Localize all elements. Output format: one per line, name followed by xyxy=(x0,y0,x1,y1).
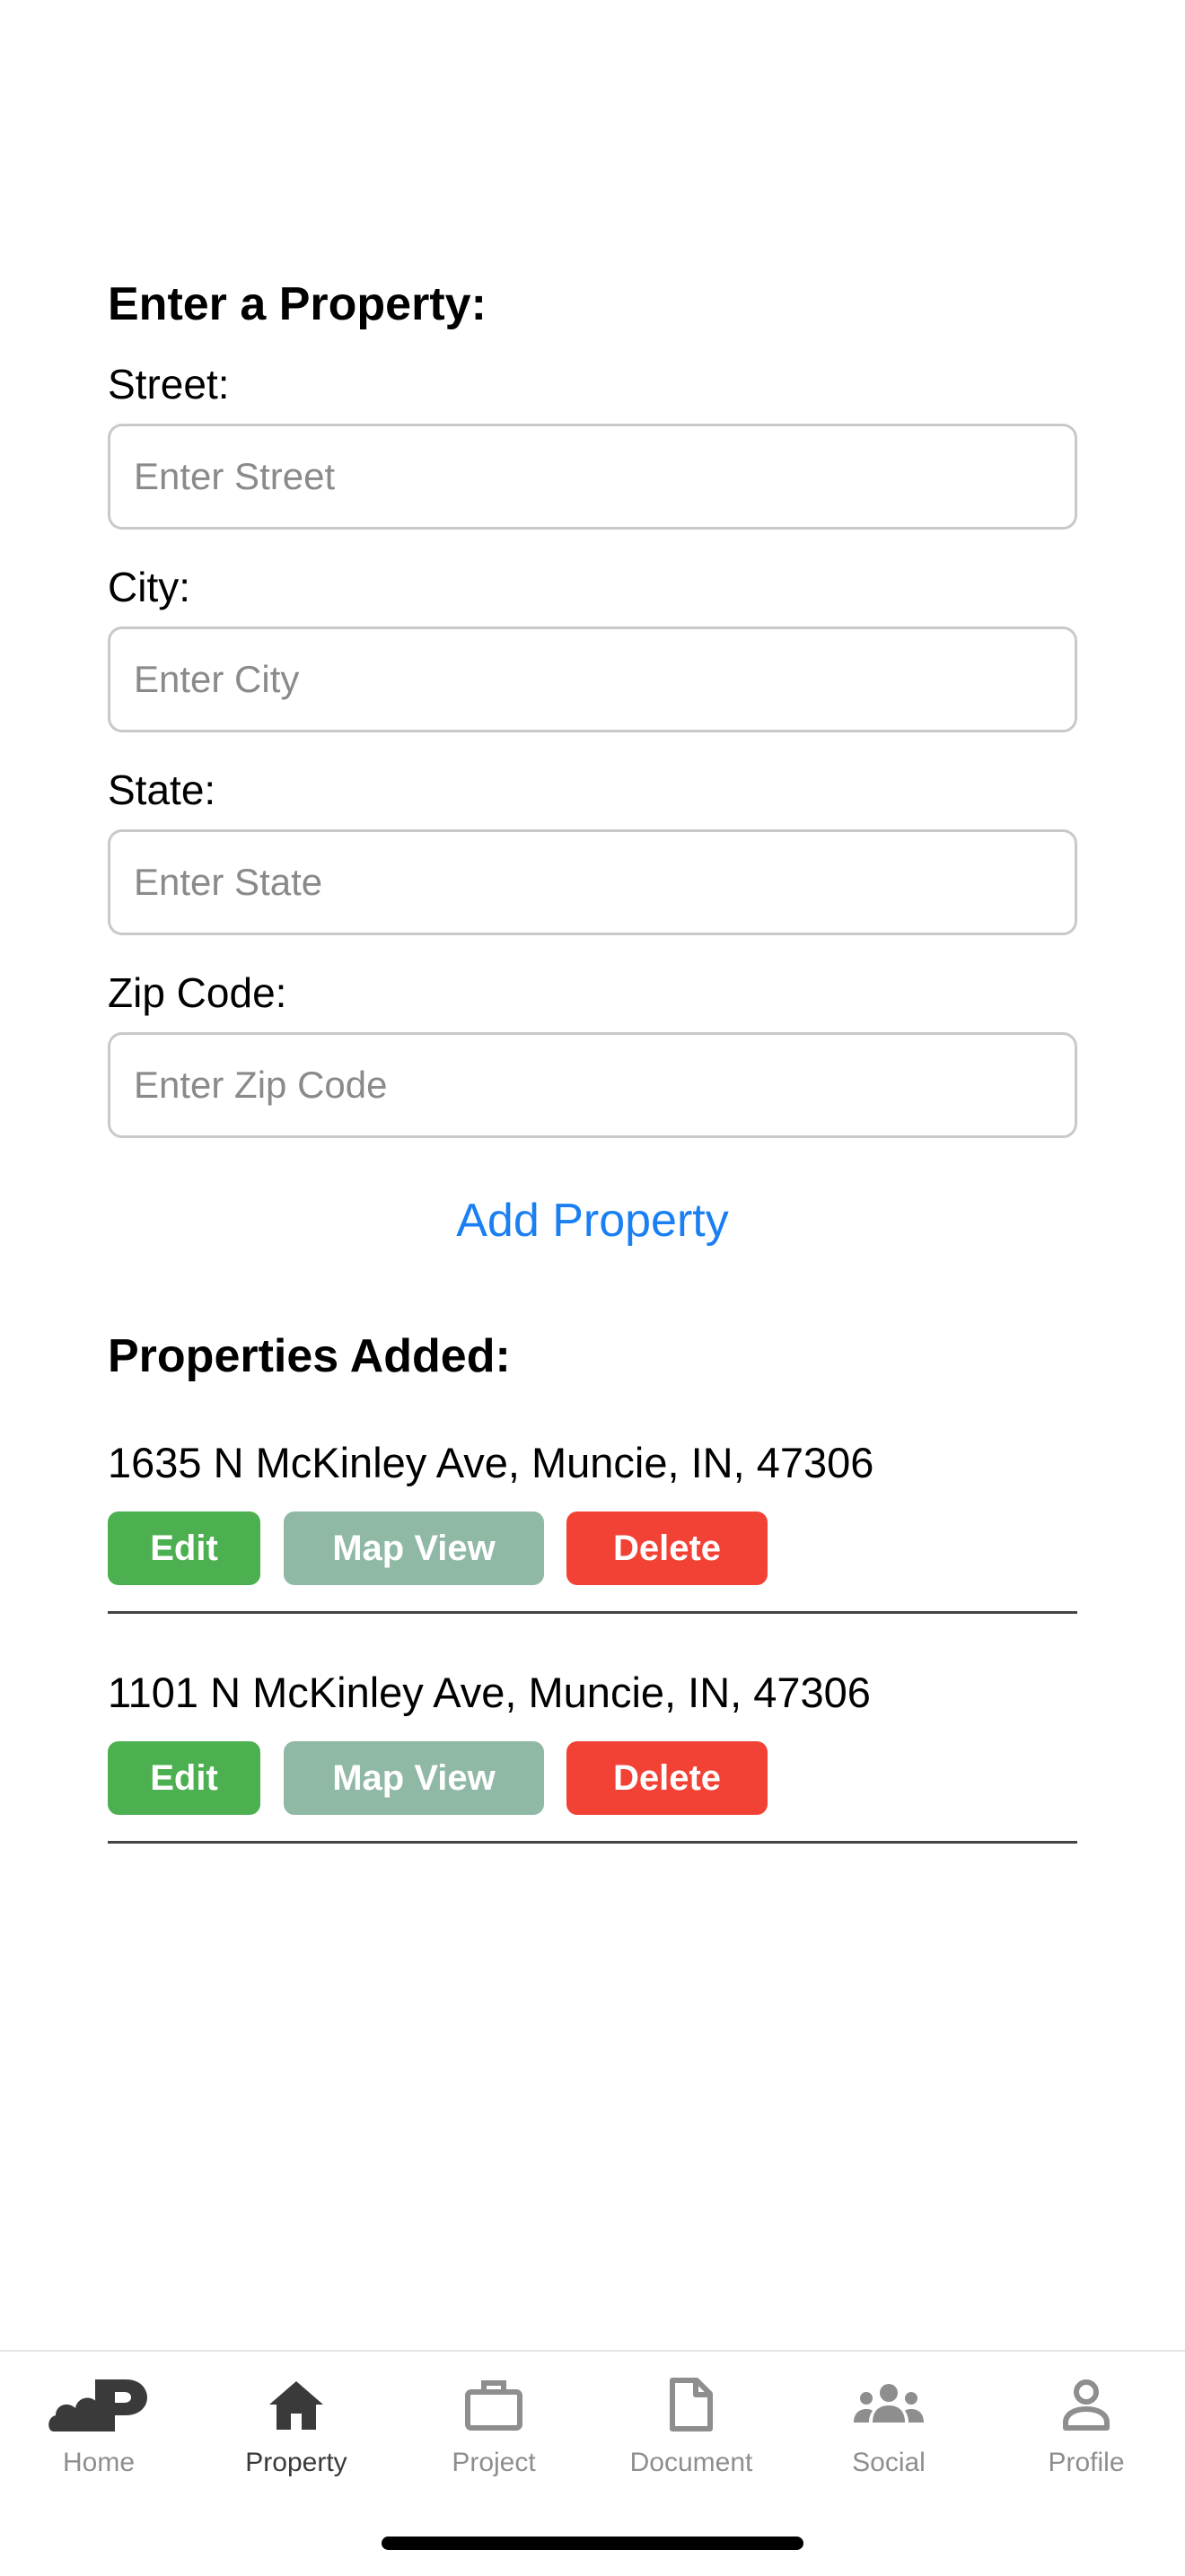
tab-home-label: Home xyxy=(62,2448,136,2477)
tab-document[interactable]: Document xyxy=(592,2371,790,2488)
zip-code-label: Zip Code: xyxy=(108,969,287,1016)
city-input[interactable] xyxy=(108,626,1077,732)
tab-social-label: Social xyxy=(852,2448,926,2477)
state-input[interactable] xyxy=(108,829,1077,935)
edit-button[interactable]: Edit xyxy=(108,1511,260,1585)
street-label: Street: xyxy=(108,361,230,407)
add-property-button[interactable]: Add Property xyxy=(108,1185,1077,1257)
tab-document-label: Document xyxy=(629,2448,753,2477)
tab-social[interactable]: Social xyxy=(790,2371,988,2488)
house-icon xyxy=(198,2371,395,2438)
tab-project[interactable]: Project xyxy=(395,2371,592,2488)
city-label: City: xyxy=(108,564,190,610)
people-icon xyxy=(790,2371,988,2438)
home-indicator[interactable] xyxy=(382,2537,803,2550)
edit-button[interactable]: Edit xyxy=(108,1741,260,1815)
property-address: 1101 N McKinley Ave, Muncie, IN, 47306 xyxy=(108,1669,871,1716)
delete-button[interactable]: Delete xyxy=(566,1511,768,1585)
zip-code-input[interactable] xyxy=(108,1032,1077,1138)
state-label: State: xyxy=(108,767,216,813)
briefcase-icon xyxy=(395,2371,592,2438)
delete-button[interactable]: Delete xyxy=(566,1741,768,1815)
map-view-button[interactable]: Map View xyxy=(284,1741,544,1815)
tab-property[interactable]: Property xyxy=(198,2371,395,2488)
tab-project-label: Project xyxy=(452,2448,536,2477)
street-input[interactable] xyxy=(108,424,1077,530)
property-address: 1635 N McKinley Ave, Muncie, IN, 47306 xyxy=(108,1439,874,1486)
property-list-item: 1101 N McKinley Ave, Muncie, IN, 47306 E… xyxy=(108,1664,1077,1844)
person-icon xyxy=(988,2371,1185,2438)
tab-property-label: Property xyxy=(245,2448,347,2477)
form-title: Enter a Property: xyxy=(108,278,487,330)
tab-profile[interactable]: Profile xyxy=(988,2371,1185,2488)
property-list-item: 1635 N McKinley Ave, Muncie, IN, 47306 E… xyxy=(108,1434,1077,1614)
tab-home[interactable]: Home xyxy=(0,2371,198,2488)
app-logo-icon xyxy=(0,2371,198,2438)
tab-profile-label: Profile xyxy=(1048,2448,1125,2477)
map-view-button[interactable]: Map View xyxy=(284,1511,544,1585)
document-icon xyxy=(592,2371,790,2438)
properties-list-title: Properties Added: xyxy=(108,1330,511,1382)
